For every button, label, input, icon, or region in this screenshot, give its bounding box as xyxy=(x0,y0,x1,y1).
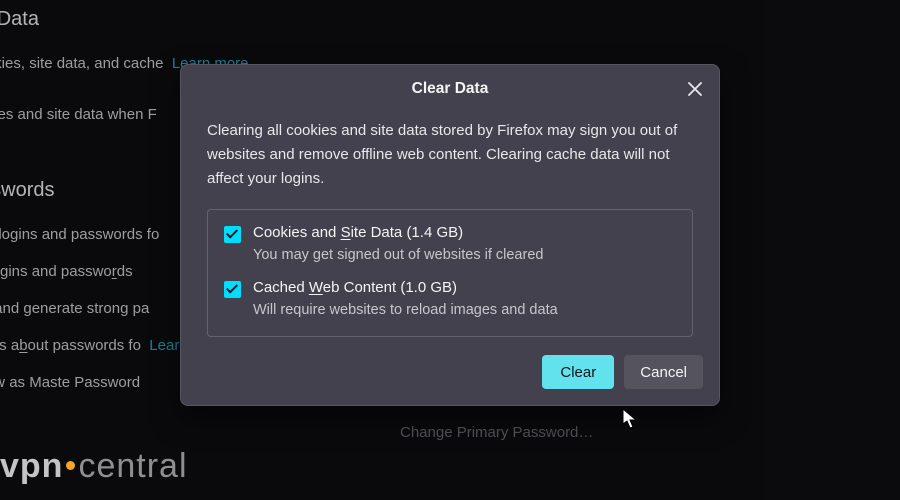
cookies-sublabel: You may get signed out of websites if cl… xyxy=(253,247,676,263)
clear-data-dialog: Clear Data Clearing all cookies and site… xyxy=(180,64,720,406)
cookies-label: Cookies and Site Data (1.4 GB) xyxy=(253,224,676,241)
dialog-description: Clearing all cookies and site data store… xyxy=(207,119,693,191)
modal-overlay: Clear Data Clearing all cookies and site… xyxy=(0,0,900,500)
cache-sublabel: Will require websites to reload images a… xyxy=(253,302,676,318)
cache-label: Cached Web Content (1.0 GB) xyxy=(253,279,676,296)
dialog-title: Clear Data xyxy=(412,80,489,98)
cache-checkbox[interactable] xyxy=(224,281,241,298)
cookies-checkbox[interactable] xyxy=(224,226,241,243)
clear-options-group: Cookies and Site Data (1.4 GB) You may g… xyxy=(207,209,693,337)
option-cookies-site-data[interactable]: Cookies and Site Data (1.4 GB) You may g… xyxy=(224,224,676,263)
watermark-dot-icon xyxy=(66,461,75,470)
close-icon xyxy=(688,82,702,96)
close-button[interactable] xyxy=(681,75,709,103)
watermark-logo: vpn central xyxy=(0,447,188,486)
clear-button[interactable]: Clear xyxy=(542,355,614,389)
cancel-button[interactable]: Cancel xyxy=(624,355,703,389)
option-cached-content[interactable]: Cached Web Content (1.0 GB) Will require… xyxy=(224,279,676,318)
dialog-footer: Clear Cancel xyxy=(181,355,719,405)
dialog-header: Clear Data xyxy=(181,65,719,113)
